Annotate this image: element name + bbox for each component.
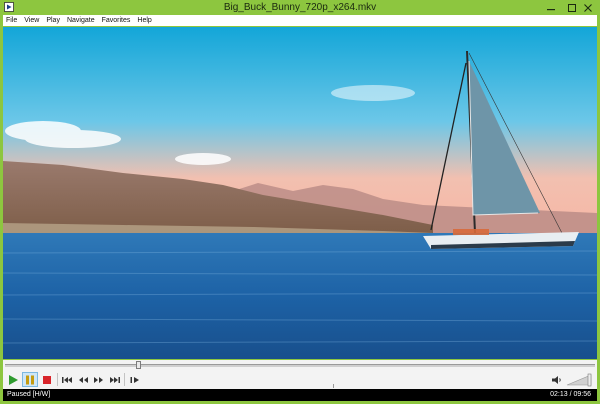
skip-back-button[interactable]	[59, 372, 75, 387]
minimize-button[interactable]	[540, 0, 562, 15]
mini-tick	[333, 384, 334, 388]
mute-button[interactable]	[549, 372, 565, 387]
pause-button[interactable]	[22, 372, 38, 387]
separator	[124, 373, 125, 386]
player-window: Big_Buck_Bunny_720p_x264.mkv File View P…	[0, 0, 600, 404]
play-button[interactable]	[5, 372, 21, 387]
seek-thumb[interactable]	[136, 361, 142, 369]
control-bar	[3, 370, 597, 389]
stop-button[interactable]	[39, 372, 55, 387]
pause-icon	[26, 375, 34, 384]
menu-help[interactable]: Help	[134, 15, 155, 26]
rewind-icon	[79, 376, 88, 383]
minimize-icon	[547, 8, 555, 10]
window-title: Big_Buck_Bunny_720p_x264.mkv	[223, 2, 377, 13]
frame-step-icon	[130, 376, 139, 383]
volume-slider[interactable]	[566, 373, 594, 387]
separator	[57, 373, 58, 386]
frame-step-button[interactable]	[127, 372, 143, 387]
volume-slider-icon	[566, 373, 592, 387]
menu-navigate[interactable]: Navigate	[64, 15, 99, 26]
skip-forward-icon	[110, 376, 120, 383]
seek-track[interactable]	[5, 364, 595, 367]
menu-view[interactable]: View	[21, 15, 43, 26]
time-display: 02:13 / 09:56	[550, 391, 591, 398]
seek-bar[interactable]	[3, 360, 597, 370]
menu-bar: File View Play Navigate Favorites Help	[3, 15, 597, 26]
close-icon	[584, 3, 592, 12]
menu-play[interactable]: Play	[43, 15, 64, 26]
skip-back-icon	[62, 376, 72, 383]
speaker-icon	[552, 375, 561, 384]
menu-file[interactable]: File	[3, 15, 21, 26]
fast-forward-button[interactable]	[91, 372, 107, 387]
playback-status: Paused [H/W]	[7, 391, 51, 398]
skip-forward-button[interactable]	[107, 372, 123, 387]
video-image	[3, 27, 597, 359]
close-button[interactable]	[576, 0, 600, 15]
video-frame[interactable]	[3, 27, 597, 359]
fast-forward-icon	[94, 376, 103, 383]
status-bar: Paused [H/W] 02:13 / 09:56	[3, 389, 597, 401]
stop-icon	[43, 375, 51, 384]
rewind-button[interactable]	[75, 372, 91, 387]
title-bar[interactable]: Big_Buck_Bunny_720p_x264.mkv	[0, 0, 600, 15]
play-icon	[9, 374, 18, 385]
menu-favorites[interactable]: Favorites	[99, 15, 135, 26]
